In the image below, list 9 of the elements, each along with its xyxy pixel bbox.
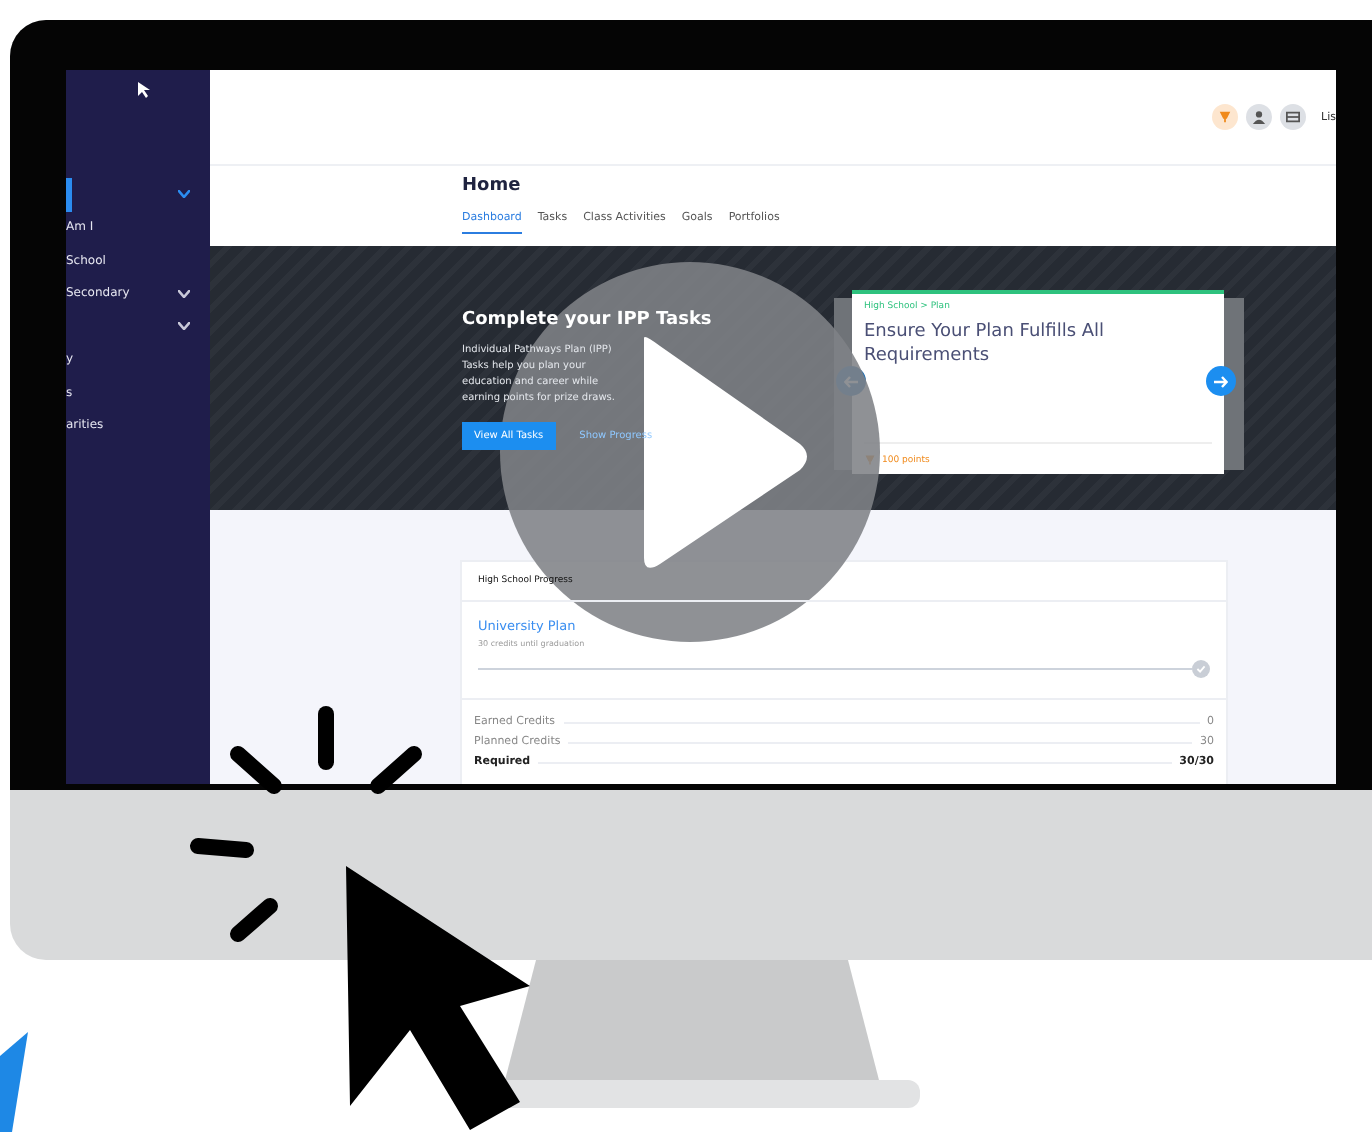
banner-title: Complete your IPP Tasks: [462, 310, 714, 330]
mail-icon[interactable]: [1279, 104, 1306, 130]
page-title: Home: [462, 176, 523, 196]
task-title: Ensure Your Plan Fulfills All Requirements: [864, 320, 1107, 369]
arrow-right-icon: [1214, 375, 1228, 387]
check-icon: [1192, 660, 1210, 678]
corner-shape: [0, 1032, 32, 1132]
person-icon[interactable]: [1245, 104, 1272, 130]
pointer-icon: [138, 82, 150, 98]
